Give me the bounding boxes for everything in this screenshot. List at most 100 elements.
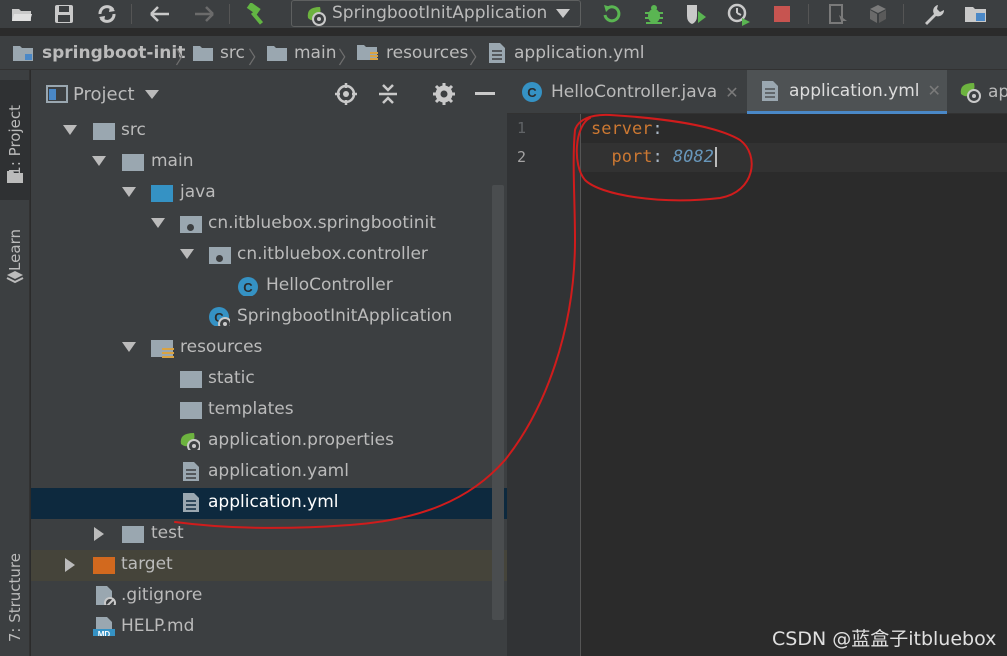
breadcrumb-resources[interactable]: resources [356, 41, 468, 65]
tree-item-gitignore[interactable]: .gitignore [31, 581, 507, 612]
tree-item-label: src [121, 120, 146, 140]
spring-boot-icon [307, 7, 326, 26]
tree-item-templates[interactable]: templates [31, 395, 507, 426]
gear-icon[interactable] [432, 82, 456, 106]
editor-tab-hellocontroller[interactable]: C HelloController.java ✕ [507, 70, 746, 114]
spring-class-icon: C [209, 307, 230, 326]
expand-arrow-icon[interactable] [180, 249, 194, 259]
open-folder-icon[interactable] [10, 2, 34, 26]
tree-item-target[interactable]: target [31, 550, 507, 581]
expand-arrow-icon[interactable] [122, 342, 136, 352]
tree-item-java[interactable]: java [31, 178, 507, 209]
tree-item-resources[interactable]: resources [31, 333, 507, 364]
expand-arrow-icon[interactable] [94, 527, 104, 541]
tree-item-main[interactable]: main [31, 147, 507, 178]
tree-item-label: templates [208, 399, 294, 419]
navigation-breadcrumb: springboot-init 〉 src 〉 main 〉 resources… [0, 36, 1007, 70]
code-area[interactable]: server: port: 8082 [581, 114, 1007, 656]
expand-arrow-icon[interactable] [151, 218, 165, 228]
project-tool-window: Project src main java cn.itbluebox.sprin… [31, 70, 507, 656]
tree-item-springbootinitapplication[interactable]: C SpringbootInitApplication [31, 302, 507, 333]
breadcrumb-label: application.yml [514, 43, 645, 63]
chevron-down-icon [556, 9, 570, 18]
expand-arrow-icon[interactable] [63, 125, 77, 135]
breadcrumb-project[interactable]: springboot-init [12, 41, 185, 65]
breadcrumb-file[interactable]: application.yml [488, 41, 645, 65]
tab-structure[interactable]: 7: Structure [0, 540, 30, 656]
tree-item-src[interactable]: src [31, 116, 507, 147]
close-icon[interactable]: ✕ [725, 83, 738, 102]
tree-item-application-yaml[interactable]: application.yaml [31, 457, 507, 488]
tree-item-label: HELP.md [121, 616, 195, 636]
tree-item-label: test [151, 523, 184, 543]
tree-item-package-springbootinit[interactable]: cn.itbluebox.springbootinit [31, 209, 507, 240]
tree-item-label: application.properties [208, 430, 394, 450]
forward-arrow-icon[interactable] [192, 2, 216, 26]
build-hammer-icon[interactable] [245, 2, 269, 26]
folder-icon [180, 402, 202, 419]
tree-item-help-md[interactable]: MD HELP.md [31, 612, 507, 643]
resources-folder-icon [357, 45, 378, 60]
editor-tab-label: HelloController.java [551, 82, 718, 102]
tree-item-application-properties[interactable]: application.properties [31, 426, 507, 457]
sync-icon[interactable] [95, 2, 119, 26]
debug-bug-icon[interactable] [642, 2, 666, 26]
svg-text:C: C [527, 85, 537, 100]
editor-tab-bar: C HelloController.java ✕ application.yml… [507, 70, 1007, 114]
breadcrumb-main[interactable]: main [266, 41, 336, 65]
rerun-icon[interactable] [600, 2, 624, 26]
tree-item-label: application.yaml [208, 461, 349, 481]
editor-tab-overflow[interactable]: ap [950, 70, 1007, 114]
tree-item-label: java [180, 182, 216, 202]
breadcrumb-label: resources [386, 43, 469, 63]
collapse-all-icon[interactable] [377, 82, 399, 106]
stop-icon[interactable] [770, 2, 794, 26]
tree-item-label: main [151, 151, 194, 171]
run-configuration-label: SpringbootInitApplication [332, 3, 548, 23]
expand-arrow-icon[interactable] [122, 187, 136, 197]
class-icon: C [522, 82, 542, 102]
settings-wrench-icon[interactable] [922, 2, 946, 26]
project-tree-scrollbar[interactable] [492, 185, 504, 620]
close-icon[interactable]: ✕ [928, 81, 941, 100]
file-icon [183, 493, 199, 512]
tree-item-test[interactable]: test [31, 519, 507, 550]
locate-crosshair-icon[interactable] [334, 82, 358, 106]
tree-item-static[interactable]: static [31, 364, 507, 395]
folder-icon [180, 371, 202, 388]
run-configuration-select[interactable]: SpringbootInitApplication [291, 0, 581, 27]
expand-arrow-icon[interactable] [92, 156, 106, 166]
tree-item-label: SpringbootInitApplication [237, 306, 453, 326]
back-arrow-icon[interactable] [148, 2, 172, 26]
yaml-indent [591, 147, 611, 167]
editor-tab-application-yml[interactable]: application.yml ✕ [747, 70, 947, 114]
tree-item-package-controller[interactable]: cn.itbluebox.controller [31, 240, 507, 271]
folder-icon [267, 46, 287, 61]
breadcrumb-label: main [294, 43, 337, 63]
text-caret [714, 147, 717, 167]
learn-tab-label: Learn [6, 229, 24, 271]
save-icon[interactable] [52, 2, 76, 26]
editor-tab-label: application.yml [789, 80, 920, 101]
profiler-icon[interactable] [726, 2, 750, 26]
excluded-folder-icon [93, 557, 115, 574]
spring-properties-icon [960, 83, 981, 103]
run-coverage-icon[interactable] [684, 2, 708, 26]
markdown-icon: MD [93, 617, 115, 636]
csdn-watermark: CSDN @蓝盒子itbluebox [772, 628, 997, 650]
project-structure-cubes-icon[interactable] [866, 2, 890, 26]
code-editor[interactable]: 1 2 server: port: 8082 [507, 114, 1007, 656]
tree-item-label: static [208, 368, 255, 388]
project-structure-icon[interactable] [964, 2, 988, 26]
left-tool-window-strip: 1: Project Learn 7: Structure [0, 70, 30, 656]
folder-icon [122, 154, 144, 171]
tree-item-hellocontroller[interactable]: C HelloController [31, 271, 507, 302]
line-number: 1 [517, 119, 527, 137]
expand-arrow-icon[interactable] [65, 558, 75, 572]
tree-item-application-yml[interactable]: application.yml [31, 488, 507, 519]
attach-debugger-icon[interactable] [826, 2, 850, 26]
breadcrumb-label: src [220, 43, 245, 63]
hide-minus-icon[interactable] [475, 92, 495, 96]
chevron-down-icon[interactable] [145, 90, 159, 100]
breadcrumb-src[interactable]: src [192, 41, 245, 65]
